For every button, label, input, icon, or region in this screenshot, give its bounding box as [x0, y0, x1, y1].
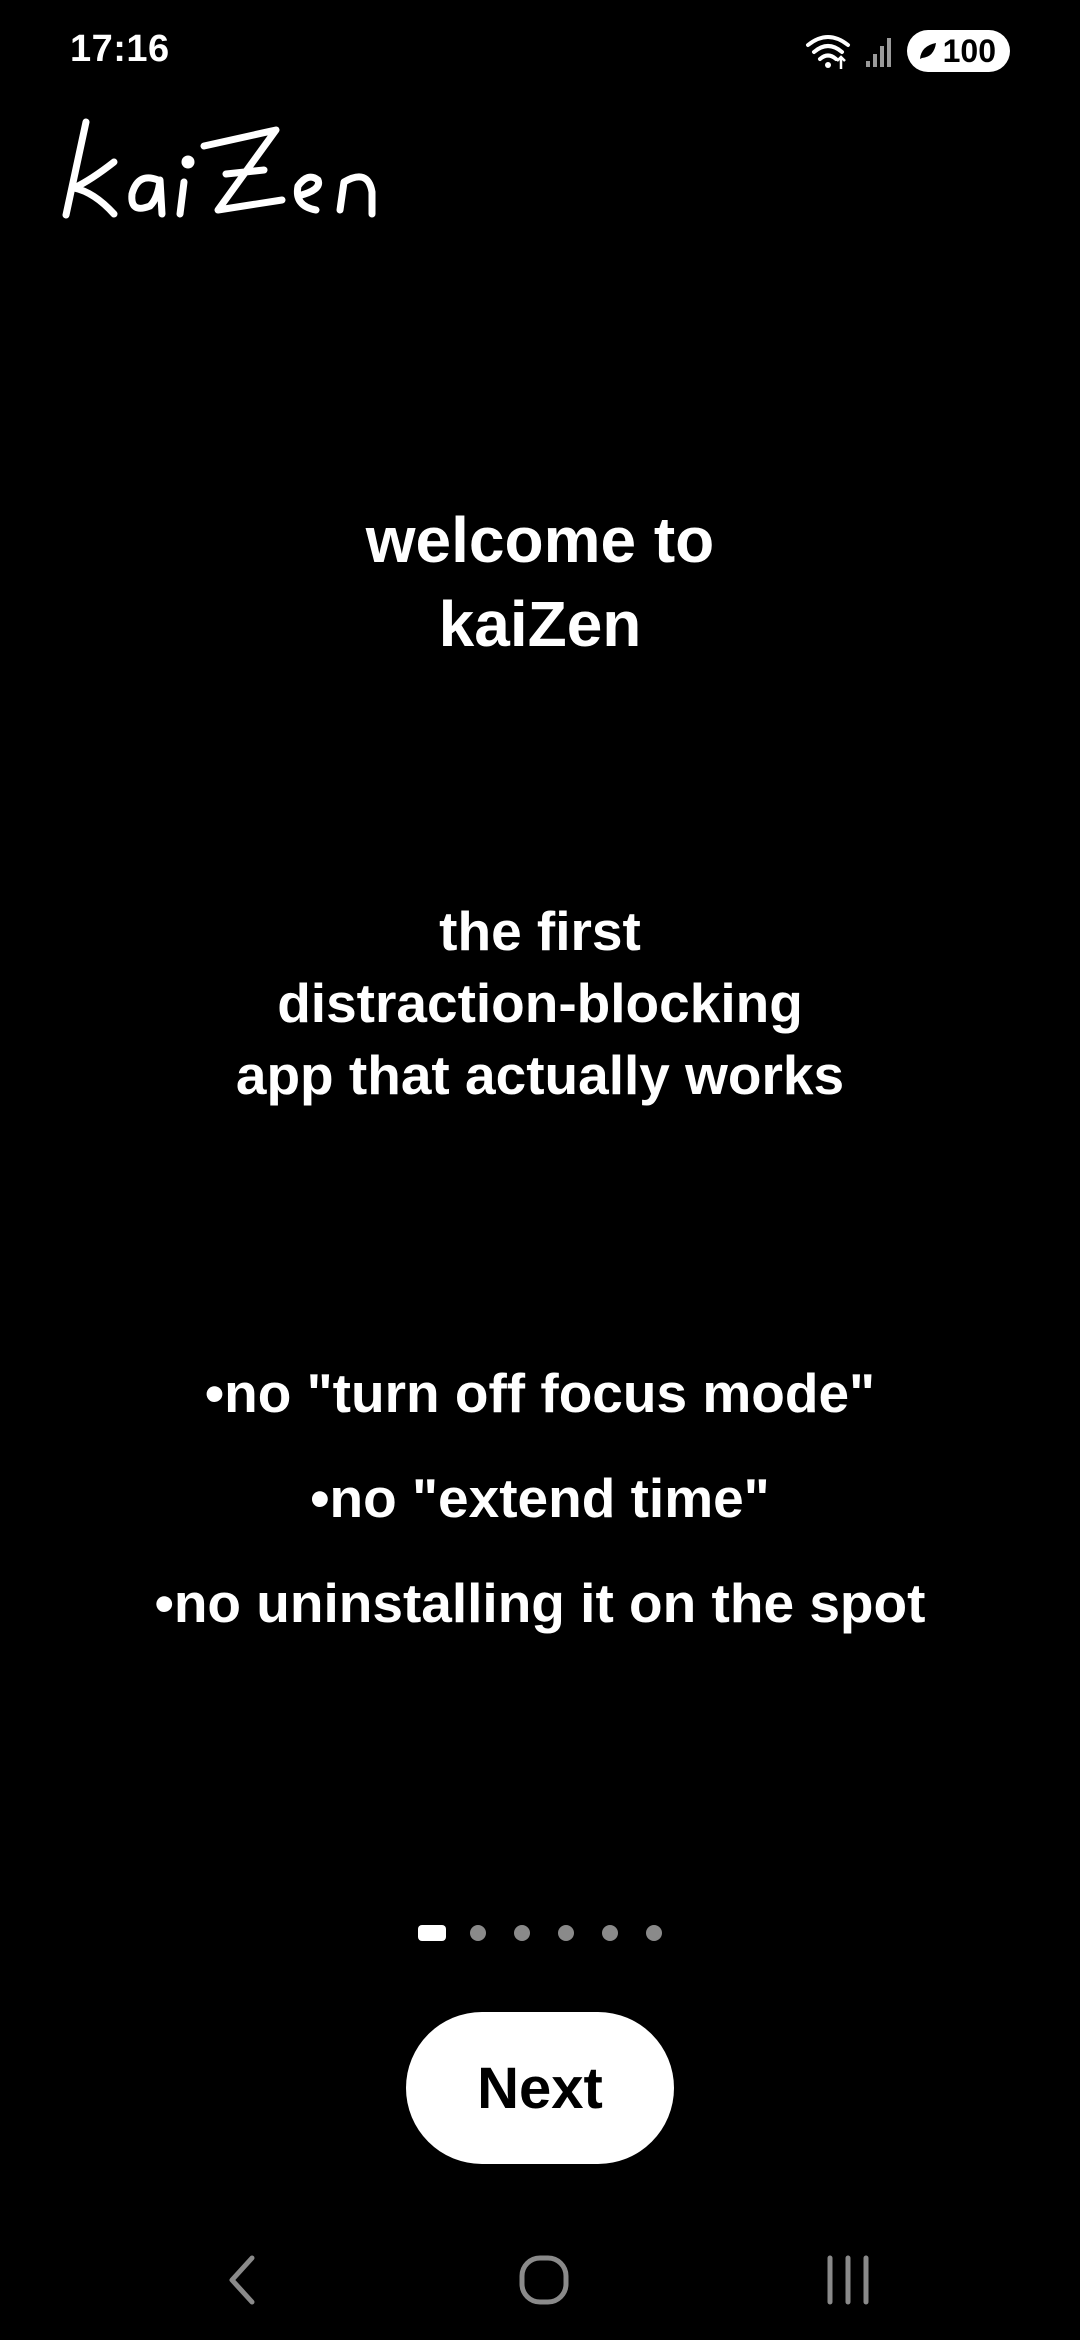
status-bar: 17:16 100: [0, 0, 1080, 100]
system-nav-bar: [0, 2230, 1080, 2330]
tagline-line-3: app that actually works: [235, 1044, 845, 1106]
welcome-line-2: kaiZen: [438, 588, 642, 660]
recents-icon: [818, 2250, 878, 2315]
nav-home-button[interactable]: [494, 2242, 594, 2322]
battery-indicator: 100: [906, 30, 1010, 72]
page-indicator: [0, 1922, 1080, 1944]
feature-item: •no "turn off focus mode": [204, 1362, 876, 1424]
tagline-line-1: the first: [439, 900, 641, 962]
feature-item: •no uninstalling it on the spot: [154, 1572, 926, 1634]
status-time: 17:16: [70, 28, 170, 70]
nav-back-button[interactable]: [192, 2242, 292, 2322]
welcome-line-1: welcome to: [365, 504, 715, 576]
home-icon: [514, 2250, 574, 2315]
page-dot-active: [418, 1925, 446, 1941]
battery-saver-icon: [917, 40, 939, 62]
page-dot: [602, 1925, 618, 1941]
battery-level: 100: [942, 32, 996, 69]
status-icons: 100: [805, 28, 1010, 74]
tagline-line-2: distraction-blocking: [277, 972, 803, 1034]
page-dot: [470, 1925, 486, 1941]
page-dot: [558, 1925, 574, 1941]
app-logo: [46, 110, 426, 240]
feature-item: •no "extend time": [310, 1467, 770, 1529]
nav-recents-button[interactable]: [798, 2242, 898, 2322]
wifi-icon: [805, 31, 851, 71]
page-dot: [514, 1925, 530, 1941]
page-dot: [646, 1925, 662, 1941]
next-button[interactable]: Next: [406, 2012, 674, 2164]
welcome-heading: welcome to kaiZen: [0, 498, 1080, 666]
signal-icon: [865, 33, 893, 69]
back-icon: [222, 2250, 262, 2315]
tagline: the first distraction-blocking app that …: [0, 895, 1080, 1111]
feature-list: •no "turn off focus mode" •no "extend ti…: [0, 1358, 1080, 1673]
